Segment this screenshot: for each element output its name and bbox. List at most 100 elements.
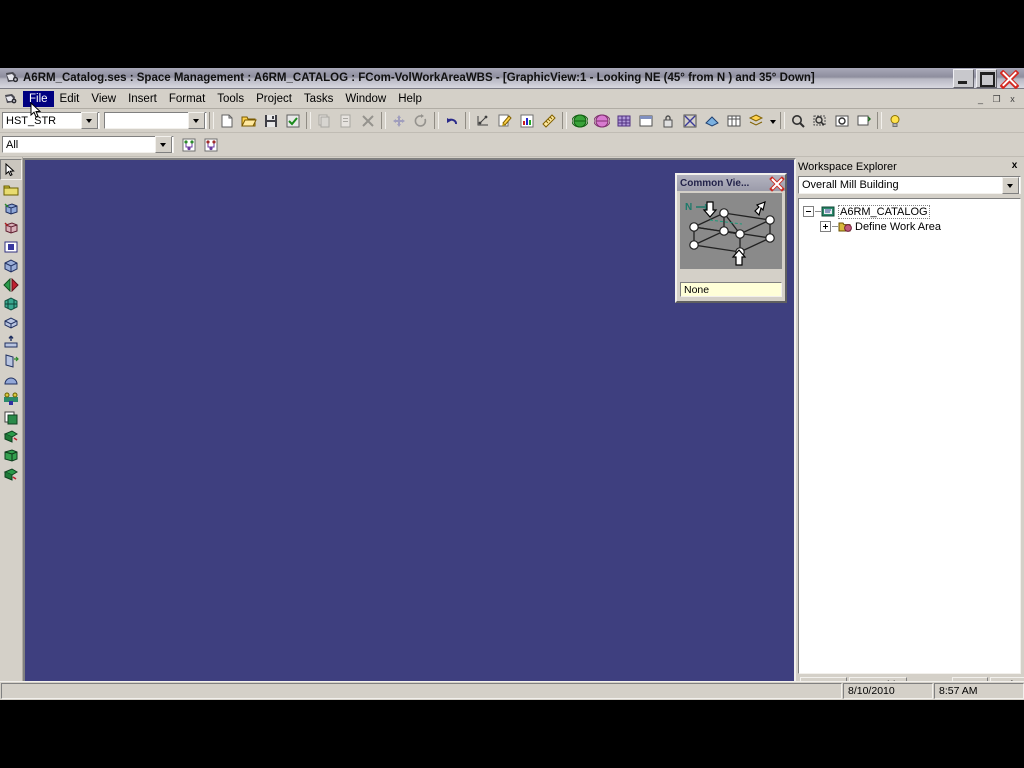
minimize-button[interactable]: [953, 68, 974, 88]
chevron-down-icon[interactable]: [1002, 176, 1019, 194]
status-time: 8:57 AM: [934, 683, 1024, 699]
menu-item-edit[interactable]: Edit: [54, 91, 86, 107]
chevron-down-icon[interactable]: [188, 112, 205, 129]
toolbar-separator: [434, 112, 439, 129]
common-views-palette[interactable]: Common Vie... N None: [675, 173, 787, 303]
tree-expander-icon[interactable]: [820, 221, 831, 232]
toolbar-separator: [465, 112, 470, 129]
mdi-restore-button[interactable]: ❐: [989, 91, 1004, 106]
zoom-area-icon[interactable]: [809, 111, 831, 130]
cube-wire-icon[interactable]: [1, 256, 21, 275]
grid-purple-icon[interactable]: [613, 111, 635, 130]
menu-item-view[interactable]: View: [85, 91, 122, 107]
common-views-close-icon[interactable]: [769, 175, 785, 192]
toolbar-separator: [209, 112, 214, 129]
filter-combo[interactable]: All: [2, 136, 174, 153]
new-file-icon[interactable]: [216, 111, 238, 130]
tree-expander-icon[interactable]: [803, 206, 814, 217]
globe-green-icon[interactable]: [569, 111, 591, 130]
save-all-icon[interactable]: [282, 111, 304, 130]
menu-item-file[interactable]: File: [23, 90, 54, 107]
move-icon[interactable]: [388, 111, 410, 130]
undo-arrow-icon[interactable]: [441, 111, 463, 130]
mdi-minimize-button[interactable]: _: [973, 91, 988, 106]
rotate-icon[interactable]: [410, 111, 432, 130]
discipline-combo[interactable]: HST_STR: [2, 112, 100, 129]
maximize-button[interactable]: [976, 68, 997, 88]
menu-item-window[interactable]: Window: [339, 91, 392, 107]
book-green-icon[interactable]: [1, 446, 21, 465]
workspace-explorer-header: Workspace Explorer x: [798, 159, 1021, 174]
extrude-box-icon[interactable]: [1, 313, 21, 332]
ruler-icon[interactable]: [538, 111, 560, 130]
measure-icon[interactable]: [472, 111, 494, 130]
title-bar: A6RM_Catalog.ses : Space Management : A6…: [0, 68, 1024, 89]
workspace-combo[interactable]: Overall Mill Building: [798, 176, 1021, 194]
workspace-explorer-close-icon[interactable]: x: [1008, 160, 1021, 173]
grid-box-teal-icon[interactable]: [1, 294, 21, 313]
copy-page-icon[interactable]: [1, 408, 21, 427]
filter-set-icon[interactable]: [178, 135, 200, 154]
volume-box-red-icon[interactable]: [1, 218, 21, 237]
volume-box-blue-icon[interactable]: [1, 199, 21, 218]
zoom-previous-icon[interactable]: [853, 111, 875, 130]
open-folder-icon[interactable]: [238, 111, 260, 130]
toolbar-separator: [306, 112, 311, 129]
close-button[interactable]: [999, 69, 1020, 89]
menu-item-tools[interactable]: Tools: [211, 91, 250, 107]
paint-green-icon[interactable]: [1, 427, 21, 446]
common-views-titlebar: Common Vie...: [677, 175, 785, 192]
toolbar-separator: [381, 112, 386, 129]
status-date: 8/10/2010: [843, 683, 933, 699]
workarea-folder-icon: [838, 220, 853, 233]
chart-icon[interactable]: [516, 111, 538, 130]
leaf-green-icon[interactable]: [1, 465, 21, 484]
table-icon[interactable]: [723, 111, 745, 130]
edit-pencil-icon[interactable]: [494, 111, 516, 130]
toolbar-overflow-chevron-icon[interactable]: [767, 111, 778, 130]
tree-node-catalog[interactable]: A6RM_CATALOG: [803, 204, 1020, 219]
lock-icon[interactable]: [657, 111, 679, 130]
menu-item-project[interactable]: Project: [250, 91, 298, 107]
square-blue-icon[interactable]: [1, 237, 21, 256]
tree-label-catalog: A6RM_CATALOG: [838, 204, 930, 219]
menu-item-tasks[interactable]: Tasks: [298, 91, 339, 107]
chevron-down-icon[interactable]: [155, 136, 172, 153]
menu-item-help[interactable]: Help: [392, 91, 428, 107]
layers-icon[interactable]: [745, 111, 767, 130]
zoom-magnifier-icon[interactable]: [787, 111, 809, 130]
frame-icon[interactable]: [679, 111, 701, 130]
mirror-green-icon[interactable]: [1, 275, 21, 294]
select-arrow-icon[interactable]: [0, 159, 22, 180]
workspace-tree[interactable]: A6RM_CATALOG Define Work Area: [798, 198, 1021, 674]
tree-label-define-work-area: Define Work Area: [855, 220, 942, 233]
tree-node-define-work-area[interactable]: Define Work Area: [803, 219, 1020, 234]
view-cube-widget[interactable]: N: [680, 193, 782, 269]
door-open-icon[interactable]: [1, 351, 21, 370]
selected-view-field[interactable]: None: [680, 282, 782, 297]
copy-icon[interactable]: [335, 111, 357, 130]
arch-blue-icon[interactable]: [1, 370, 21, 389]
save-disk-icon[interactable]: [260, 111, 282, 130]
mdi-close-button[interactable]: x: [1005, 91, 1020, 106]
main-toolbar: HST_STR: [0, 109, 1024, 133]
bulb-hint-icon[interactable]: [884, 111, 906, 130]
graphic-view-canvas[interactable]: Common Vie... N None: [23, 158, 796, 694]
menu-item-insert[interactable]: Insert: [122, 91, 163, 107]
move-node-icon[interactable]: [1, 332, 21, 351]
zoom-fit-icon[interactable]: [831, 111, 853, 130]
filter-edit-icon[interactable]: [200, 135, 222, 154]
globe-pink-icon[interactable]: [591, 111, 613, 130]
application-window: A6RM_Catalog.ses : Space Management : A6…: [0, 68, 1024, 700]
chevron-down-icon[interactable]: [81, 112, 98, 129]
menu-item-format[interactable]: Format: [163, 91, 211, 107]
window-controls: [953, 68, 1022, 89]
plane-icon[interactable]: [701, 111, 723, 130]
window-icon[interactable]: [635, 111, 657, 130]
delete-x-icon[interactable]: [357, 111, 379, 130]
folder-yellow-icon[interactable]: [1, 180, 21, 199]
workspace-explorer-title: Workspace Explorer: [798, 160, 897, 173]
connect-nodes-icon[interactable]: [1, 389, 21, 408]
secondary-combo[interactable]: [104, 112, 207, 129]
cut-icon[interactable]: [313, 111, 335, 130]
